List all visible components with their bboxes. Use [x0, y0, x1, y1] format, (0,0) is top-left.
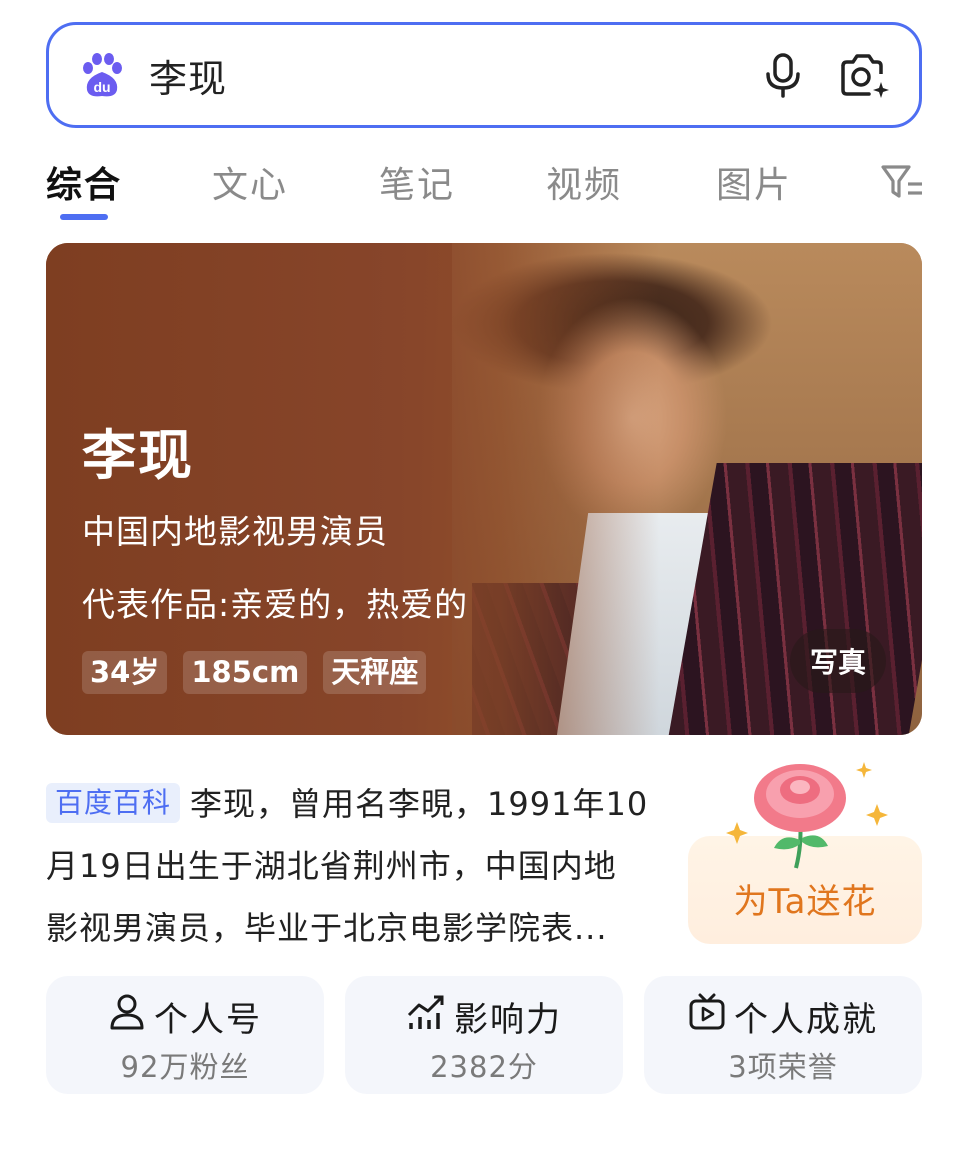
intro-row-1: 百度百科 李现，曾用名李晛，1991年10 [46, 773, 696, 835]
rose-icon [726, 762, 888, 869]
stat-title: 影响力 [454, 1000, 562, 1040]
active-tab-indicator [60, 214, 108, 220]
person-icon [108, 993, 146, 1040]
tab-video[interactable]: 视频 [546, 156, 622, 208]
tab-wenxin[interactable]: 文心 [212, 156, 288, 208]
tag-zodiac: 天秤座 [323, 651, 427, 694]
stat-title: 个人号 [154, 1000, 262, 1040]
stat-personal-account[interactable]: 个人号 92万粉丝 [46, 976, 324, 1094]
stat-value: 2382分 [430, 1050, 538, 1084]
tab-images[interactable]: 图片 [716, 156, 792, 208]
stat-achievements[interactable]: 个人成就 3项荣誉 [644, 976, 922, 1094]
search-tabs: 综合 文心 笔记 视频 图片 [46, 148, 926, 228]
stat-value: 3项荣誉 [728, 1050, 838, 1084]
search-bar[interactable]: du 李现 [46, 22, 922, 128]
tag-age: 34岁 [82, 651, 168, 694]
photo-album-button[interactable]: 写真 [790, 629, 886, 693]
filter-icon[interactable] [880, 162, 924, 206]
send-flower-label: 为Ta送花 [733, 882, 877, 922]
search-input[interactable]: 李现 [149, 48, 763, 103]
hero-card[interactable]: 李现 中国内地影视男演员 代表作品:亲爱的，热爱的 34岁 185cm 天秤座 … [46, 243, 922, 735]
stat-influence[interactable]: 影响力 2382分 [345, 976, 623, 1094]
stat-value: 92万粉丝 [120, 1050, 250, 1084]
microphone-icon[interactable] [763, 52, 803, 98]
tab-zonghe[interactable]: 综合 [46, 156, 122, 208]
camera-search-icon[interactable] [837, 52, 889, 98]
stat-title: 个人成就 [734, 1000, 878, 1040]
tag-height: 185cm [183, 651, 308, 694]
profession-line: 中国内地影视男演员 [82, 512, 388, 551]
intro-row-2: 月19日出生于湖北省荆州市，中国内地 [46, 847, 617, 885]
trend-chart-icon [406, 993, 446, 1040]
tab-notes[interactable]: 笔记 [379, 156, 455, 208]
representative-works-line: 代表作品:亲爱的，热爱的 [82, 585, 469, 624]
baidu-paw-logo[interactable]: du [79, 52, 125, 98]
baike-badge[interactable]: 百度百科 [46, 783, 181, 823]
tag-list: 34岁 185cm 天秤座 [82, 651, 427, 694]
intro-row-3: 影视男演员，毕业于北京电影学院表... [46, 909, 608, 947]
svg-text:du: du [93, 79, 110, 95]
baike-intro[interactable]: 百度百科 李现，曾用名李晛，1991年10 月19日出生于湖北省荆州市，中国内地 … [46, 773, 696, 959]
tv-play-icon [688, 993, 726, 1040]
person-name: 李现 [82, 424, 194, 487]
